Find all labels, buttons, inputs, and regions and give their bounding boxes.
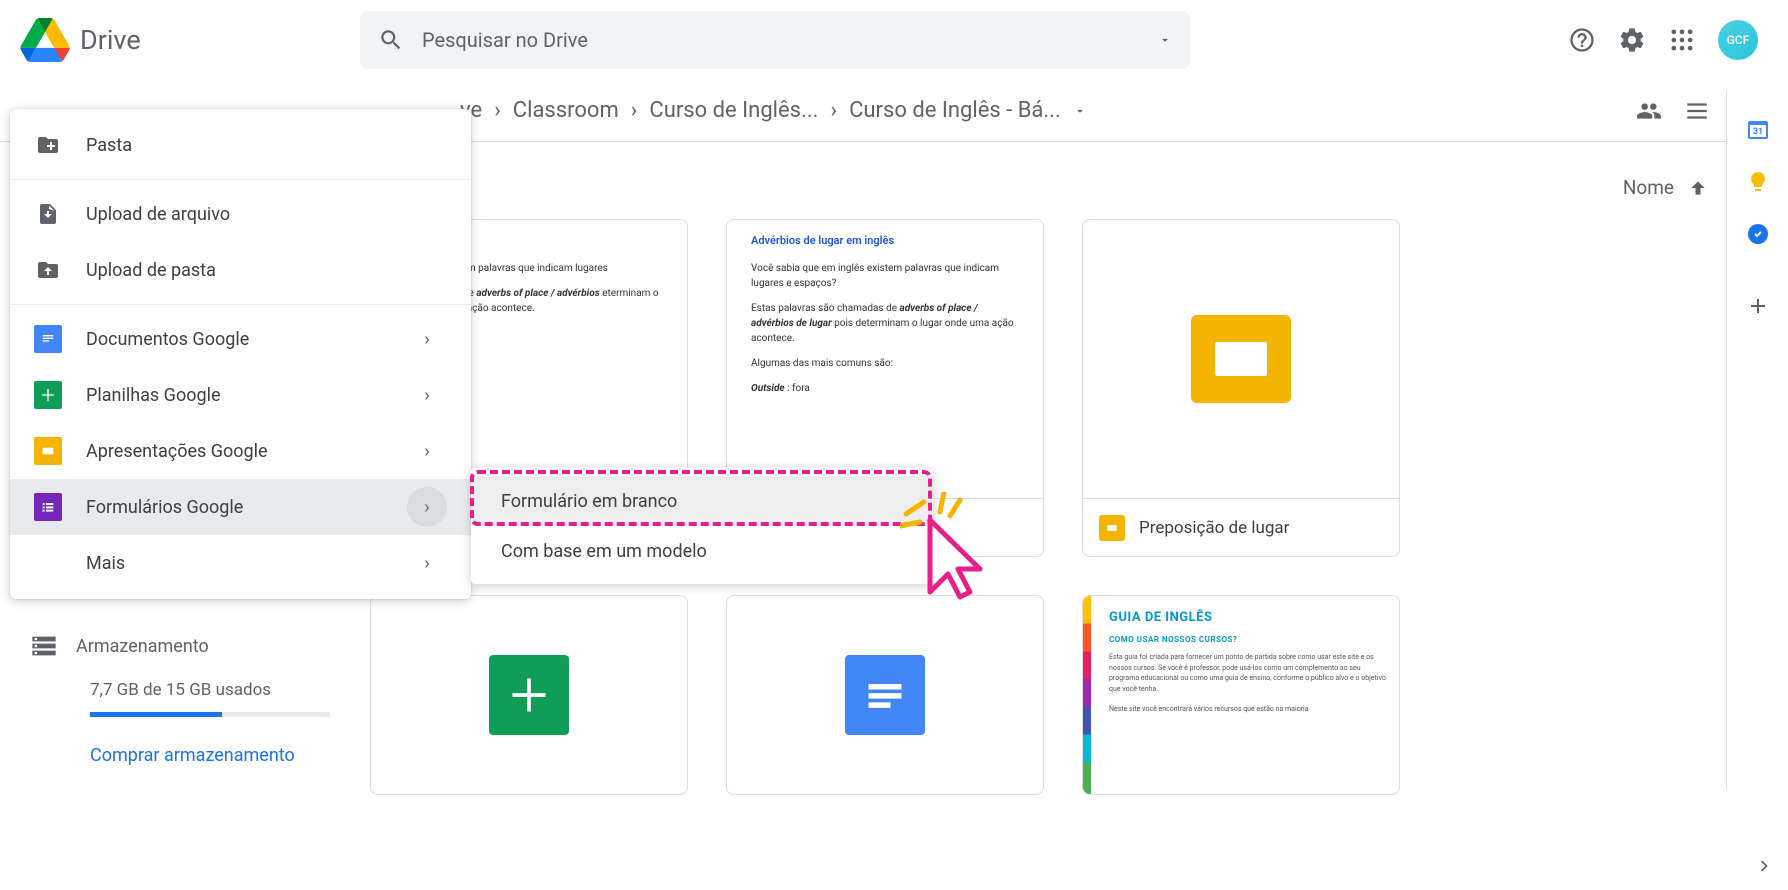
breadcrumb-item[interactable]: Classroom [513,98,619,123]
sheets-preview [371,596,687,794]
avatar[interactable]: GCF [1718,20,1758,60]
menu-item-sheets[interactable]: Planilhas Google › [10,367,471,423]
sheets-big-icon [489,655,569,735]
menu-label: Formulários Google [86,497,243,518]
apps-icon[interactable] [1668,26,1696,54]
guia-title: GUIA DE INGLÊS [1109,610,1389,625]
search-bar[interactable] [360,11,1190,69]
docs-preview [727,596,1043,794]
doc-text: Você sabia que em inglês existem palavra… [751,261,1019,291]
file-card[interactable] [726,595,1044,795]
list-view-icon[interactable] [1684,98,1710,124]
menu-item-docs[interactable]: Documentos Google › [10,311,471,367]
menu-item-folder-upload[interactable]: Upload de pasta [10,242,471,298]
menu-item-folder[interactable]: Pasta [10,117,471,173]
search-options-icon[interactable] [1158,33,1172,47]
side-panel: 31 [1726,90,1788,790]
menu-label: Planilhas Google [86,385,221,406]
menu-item-file-upload[interactable]: Upload de arquivo [10,186,471,242]
doc-text: Estas palavras são chamadas de adverbs o… [751,301,1019,346]
svg-text:31: 31 [1752,127,1762,137]
doc-title: Advérbios de lugar em inglês [751,234,1019,247]
chevron-right-icon: › [830,98,837,123]
chevron-right-icon: › [494,98,501,123]
menu-label: Upload de arquivo [86,204,230,225]
chevron-down-icon[interactable] [1073,104,1087,118]
breadcrumb-item[interactable]: Curso de Inglês... [649,98,818,123]
add-icon[interactable] [1746,294,1770,318]
slides-icon [34,437,62,465]
slides-icon [1099,515,1125,541]
header: Drive GCF [0,0,1788,80]
forms-submenu: Formulário em branco Com base em um mode… [471,468,933,584]
file-card[interactable]: GUIA DE INGLÊS Como usar nossos cursos? … [1082,595,1400,795]
file-name: Preposição de lugar [1139,518,1289,538]
file-card[interactable] [370,595,688,795]
file-upload-icon [34,200,62,228]
app-title: Drive [80,24,141,56]
sheets-icon [34,381,62,409]
storage-usage: 7,7 GB de 15 GB usados [90,680,360,700]
buy-storage-link[interactable]: Comprar armazenamento [90,745,360,766]
arrow-up-icon[interactable] [1688,178,1708,198]
forms-icon [34,493,62,521]
menu-label: Apresentações Google [86,441,268,462]
doc-text: Algumas das mais comuns são: [751,356,1019,371]
sort-row[interactable]: Nome [370,152,1758,219]
help-icon[interactable] [1568,26,1596,54]
slides-thumb-icon [1191,315,1291,403]
drive-logo-icon [20,18,70,62]
slides-preview [1083,220,1399,498]
guia-text: Neste site você encontrará vários recurs… [1109,704,1389,715]
chevron-right-icon: › [407,543,447,583]
menu-label: Pasta [86,135,132,156]
menu-label: Mais [86,553,125,574]
doc-text: Outside : fora [751,381,1019,396]
tasks-icon[interactable] [1746,222,1770,246]
folder-new-icon [34,131,62,159]
folder-upload-icon [34,256,62,284]
settings-icon[interactable] [1618,26,1646,54]
docs-icon [34,325,62,353]
menu-label: Documentos Google [86,329,249,350]
guia-text: Esta guia foi criada para fornecer um po… [1109,652,1389,694]
share-icon[interactable] [1636,98,1662,124]
storage-label: Armazenamento [76,636,209,657]
keep-icon[interactable] [1746,170,1770,194]
submenu-template[interactable]: Com base em um modelo [471,526,933,576]
docs-big-icon [845,655,925,735]
logo-area[interactable]: Drive [20,18,360,62]
search-input[interactable] [422,28,1158,52]
guia-subtitle: Como usar nossos cursos? [1109,635,1389,644]
file-card[interactable]: Preposição de lugar [1082,219,1400,557]
menu-label: Upload de pasta [86,260,216,281]
chevron-right-icon: › [407,487,447,527]
guia-preview: GUIA DE INGLÊS Como usar nossos cursos? … [1083,596,1399,794]
file-footer: Preposição de lugar [1083,498,1399,556]
submenu-blank-form[interactable]: Formulário em branco [471,476,933,526]
search-icon [378,27,404,53]
menu-item-forms[interactable]: Formulários Google › [10,479,471,535]
doc-preview: Advérbios de lugar em inglês Você sabia … [727,220,1043,498]
storage-bar [90,712,330,717]
storage-row[interactable]: Armazenamento [30,632,360,660]
header-actions: GCF [1568,20,1768,60]
chevron-right-icon: › [631,98,638,123]
chevron-right-icon: › [407,431,447,471]
storage-icon [30,632,58,660]
chevron-right-icon: › [407,319,447,359]
chevron-right-icon: › [407,375,447,415]
files-grid: GUIA DE INGLÊS Como usar nossos cursos? … [370,595,1758,795]
new-menu: Pasta Upload de arquivo Upload de pasta … [10,109,471,599]
chevron-right-icon[interactable] [1754,856,1774,876]
calendar-icon[interactable]: 31 [1746,118,1770,142]
breadcrumb: ve › Classroom › Curso de Inglês... › Cu… [460,98,1087,123]
breadcrumb-item[interactable]: Curso de Inglês - Bá... [849,98,1061,123]
menu-item-more[interactable]: Mais › [10,535,471,591]
menu-item-slides[interactable]: Apresentações Google › [10,423,471,479]
sort-label: Nome [1623,176,1674,199]
